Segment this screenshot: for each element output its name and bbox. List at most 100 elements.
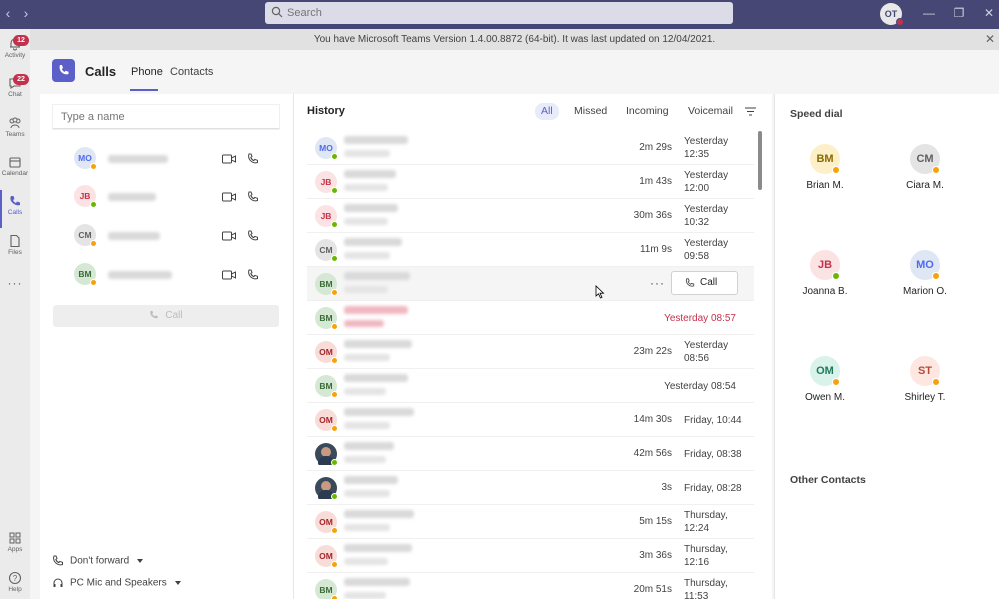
speed-dial-contact[interactable]: STShirley T.	[890, 356, 960, 403]
avatar: CM	[910, 144, 940, 174]
filter-incoming[interactable]: Incoming	[620, 103, 675, 120]
call-duration: 11m 9s	[640, 244, 672, 255]
video-call-icon[interactable]	[222, 270, 236, 280]
avatar: OM	[315, 341, 337, 363]
more-apps-button[interactable]: ···	[0, 276, 30, 296]
rail-item-activity[interactable]: 12 Activity	[0, 33, 30, 71]
call-duration: 42m 56s	[634, 448, 672, 459]
tab-phone[interactable]: Phone	[131, 66, 163, 78]
speed-dial-contact[interactable]: OMOwen M.	[790, 356, 860, 403]
rail-item-teams[interactable]: Teams	[0, 112, 30, 150]
call-time: Yesterday10:32	[684, 203, 754, 229]
history-row[interactable]: OM23m 22sYesterday08:56	[307, 335, 754, 369]
history-row[interactable]: JB30m 36sYesterday10:32	[307, 199, 754, 233]
dial-call-button[interactable]: Call	[53, 305, 279, 327]
more-options-icon[interactable]: ···	[650, 276, 665, 290]
suggested-contact[interactable]: BM	[40, 260, 294, 292]
suggested-contact[interactable]: MO	[40, 144, 294, 176]
rail-item-apps[interactable]: Apps	[0, 527, 30, 565]
audio-call-icon[interactable]	[247, 191, 259, 203]
suggested-contact[interactable]: CM	[40, 221, 294, 253]
history-scrollbar[interactable]	[758, 131, 762, 190]
device-label: PC Mic and Speakers	[70, 578, 167, 589]
history-row[interactable]: BM20m 51sThursday,11:53	[307, 573, 754, 599]
history-row[interactable]: MO2m 29sYesterday12:35	[307, 131, 754, 165]
avatar: OM	[810, 356, 840, 386]
page-title: Calls	[85, 64, 116, 79]
video-call-icon[interactable]	[222, 192, 236, 202]
audio-device-dropdown[interactable]: PC Mic and Speakers	[52, 577, 181, 589]
audio-call-icon[interactable]	[247, 153, 259, 165]
filter-voicemail[interactable]: Voicemail	[682, 103, 739, 120]
avatar: BM	[74, 263, 96, 285]
call-time: Friday, 08:28	[684, 482, 754, 495]
dial-panel: MO JB CM BM Call Don't forward PC Mic an…	[40, 94, 294, 599]
history-row[interactable]: OM3m 36sThursday,12:16	[307, 539, 754, 573]
redacted-detail	[344, 558, 388, 565]
status-away-dot	[90, 163, 97, 170]
svg-text:?: ?	[13, 574, 18, 583]
history-row[interactable]: OM14m 30sFriday, 10:44	[307, 403, 754, 437]
row-call-button[interactable]: Call	[671, 271, 738, 295]
rail-item-files[interactable]: Files	[0, 230, 30, 268]
avatar-initials: CM	[916, 153, 933, 165]
call-time-line: 11:53	[684, 590, 754, 599]
status-away-dot	[932, 166, 940, 174]
history-row[interactable]: 3sFriday, 08:28	[307, 471, 754, 505]
rail-item-chat[interactable]: 22 Chat	[0, 72, 30, 110]
search-box[interactable]	[265, 2, 733, 24]
call-forwarding-dropdown[interactable]: Don't forward	[52, 555, 143, 567]
history-row[interactable]: BM···Call	[307, 267, 754, 301]
filter-all[interactable]: All	[535, 103, 559, 120]
status-away-dot	[331, 595, 338, 599]
status-away-dot	[90, 240, 97, 247]
minimize-icon[interactable]: —	[922, 6, 936, 20]
history-row[interactable]: BMYesterday 08:57	[307, 301, 754, 335]
filter-icon[interactable]	[745, 107, 756, 116]
call-time-line: Yesterday	[684, 203, 754, 216]
audio-call-icon[interactable]	[247, 269, 259, 281]
audio-call-icon[interactable]	[247, 230, 259, 242]
close-banner-icon[interactable]: ✕	[985, 29, 995, 50]
speed-dial-contact[interactable]: MOMarion O.	[890, 250, 960, 297]
rail-item-calls[interactable]: Calls	[0, 190, 30, 228]
call-time: Yesterday12:00	[684, 169, 754, 195]
video-call-icon[interactable]	[222, 154, 236, 164]
redacted-name	[344, 408, 414, 416]
status-away-dot	[832, 378, 840, 386]
row-call-label: Call	[700, 277, 717, 288]
chevron-down-icon	[137, 559, 143, 563]
avatar-initials: JB	[818, 259, 832, 271]
video-call-icon[interactable]	[222, 231, 236, 241]
speed-dial-contact[interactable]: JBJoanna B.	[790, 250, 860, 297]
avatar-initials: BM	[319, 381, 332, 391]
profile-avatar[interactable]: OT	[880, 3, 902, 25]
file-icon	[8, 234, 22, 248]
status-away-dot	[331, 323, 338, 330]
suggested-contact[interactable]: JB	[40, 182, 294, 214]
back-arrow-icon[interactable]: ‹	[0, 5, 16, 21]
phone-icon	[52, 59, 75, 82]
avatar-initials: OM	[319, 415, 333, 425]
history-row[interactable]: 42m 56sFriday, 08:38	[307, 437, 754, 471]
speed-dial-contact[interactable]: CMCiara M.	[890, 144, 960, 191]
tab-contacts[interactable]: Contacts	[170, 66, 213, 78]
history-row[interactable]: CM11m 9sYesterday09:58	[307, 233, 754, 267]
phone-icon	[8, 194, 22, 208]
avatar-initials: ST	[918, 365, 932, 377]
restore-icon[interactable]: ❐	[952, 6, 966, 20]
history-row[interactable]: JB1m 43sYesterday12:00	[307, 165, 754, 199]
forward-arrow-icon[interactable]: ›	[18, 5, 34, 21]
type-a-name-input[interactable]	[53, 105, 279, 129]
search-input[interactable]	[287, 4, 707, 22]
rail-item-calendar[interactable]: Calendar	[0, 151, 30, 189]
rail-item-help[interactable]: ? Help	[0, 567, 30, 599]
close-window-icon[interactable]: ✕	[982, 6, 996, 20]
speed-dial-panel: Speed dial BMBrian M.CMCiara M.JBJoanna …	[774, 94, 999, 599]
call-duration: 14m 30s	[634, 414, 672, 425]
history-row[interactable]: OM5m 15sThursday,12:24	[307, 505, 754, 539]
history-row[interactable]: BMYesterday 08:54	[307, 369, 754, 403]
speed-dial-contact[interactable]: BMBrian M.	[790, 144, 860, 191]
avatar: OM	[315, 409, 337, 431]
filter-missed[interactable]: Missed	[568, 103, 613, 120]
